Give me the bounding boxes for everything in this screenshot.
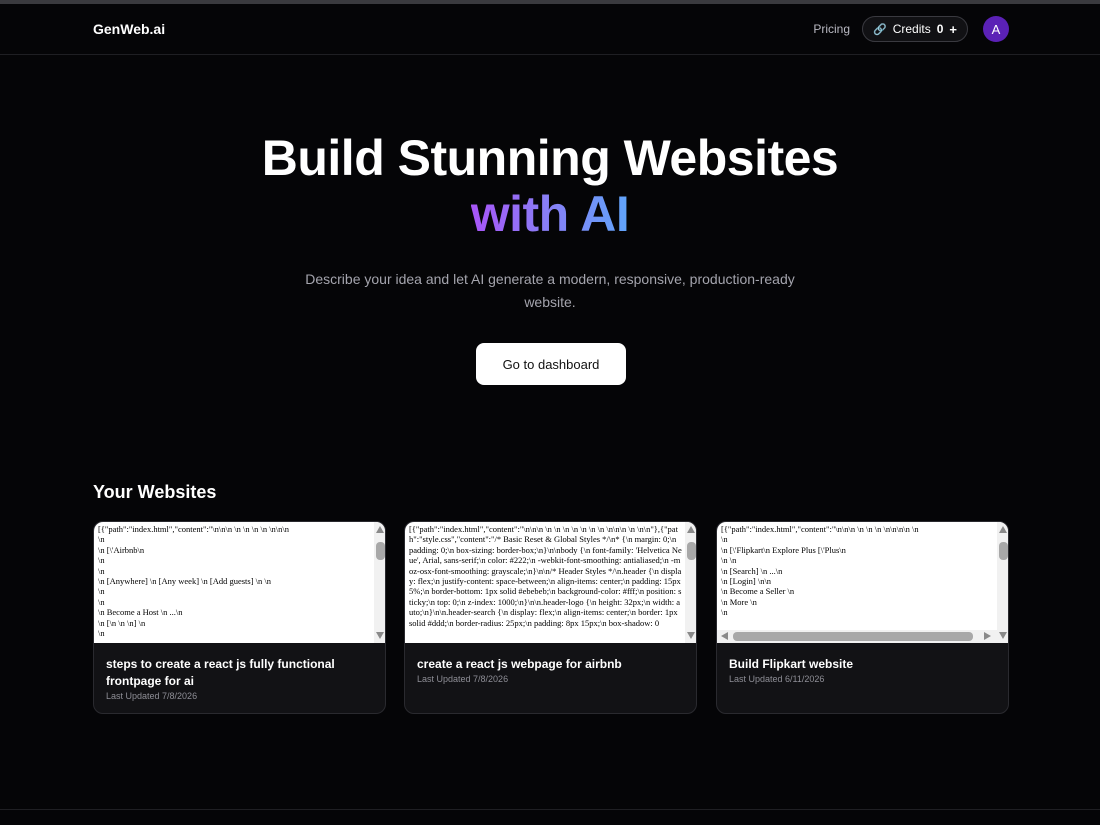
website-preview[interactable]: [{"path":"index.html","content":"\n\n\n …	[94, 522, 385, 643]
website-title: create a react js webpage for airbnb	[417, 657, 622, 671]
scrollbar-thumb[interactable]	[999, 542, 1008, 560]
hero-subtitle: Describe your idea and let AI generate a…	[305, 271, 795, 310]
vertical-scrollbar[interactable]	[685, 522, 696, 643]
scrollbar-thumb[interactable]	[687, 542, 696, 560]
your-websites-heading: Your Websites	[93, 482, 217, 502]
preview-code-text: [{"path":"index.html","content":"\n\n\n …	[98, 524, 290, 639]
pricing-link[interactable]: Pricing	[813, 22, 850, 36]
card-info: create a react js webpage for airbnb Las…	[417, 656, 687, 684]
website-card[interactable]: [{"path":"index.html","content":"\n\n\n …	[716, 521, 1009, 714]
horizontal-scrollbar[interactable]	[717, 630, 997, 643]
navbar: GenWeb.ai Pricing 🔗 Credits 0 + A	[0, 4, 1100, 55]
hero-section: Build Stunning Websites with AI Describe…	[0, 130, 1100, 314]
user-avatar[interactable]: A	[983, 16, 1009, 42]
scroll-up-icon[interactable]	[376, 526, 384, 533]
scroll-down-icon[interactable]	[999, 632, 1007, 639]
go-to-dashboard-button[interactable]: Go to dashboard	[476, 343, 626, 385]
card-info: Build Flipkart website Last Updated 6/11…	[729, 656, 999, 684]
scrollbar-thumb[interactable]	[733, 632, 973, 641]
scroll-left-icon[interactable]	[721, 632, 728, 640]
scroll-up-icon[interactable]	[687, 526, 695, 533]
last-updated: Last Updated 7/8/2026	[417, 674, 509, 684]
card-info: steps to create a react js fully functio…	[106, 656, 376, 701]
add-credits-icon: +	[949, 21, 957, 37]
credits-label: Credits	[892, 22, 931, 36]
nav-actions: Pricing 🔗 Credits 0 + A	[813, 16, 1009, 42]
brand-logo[interactable]: GenWeb.ai	[93, 21, 165, 37]
scroll-down-icon[interactable]	[376, 632, 384, 639]
coin-icon: 🔗	[873, 23, 887, 36]
website-title: Build Flipkart website	[729, 657, 854, 671]
credits-count: 0	[936, 22, 944, 36]
website-title: steps to create a react js fully functio…	[106, 657, 335, 688]
footer-divider	[0, 809, 1100, 810]
website-preview[interactable]: [{"path":"index.html","content":"\n\n\n …	[405, 522, 696, 643]
preview-code-text: [{"path":"index.html","content":"\n\n\n …	[721, 524, 919, 618]
last-updated: Last Updated 7/8/2026	[106, 691, 198, 701]
scroll-right-icon[interactable]	[984, 632, 991, 640]
website-preview[interactable]: [{"path":"index.html","content":"\n\n\n …	[717, 522, 1008, 643]
vertical-scrollbar[interactable]	[374, 522, 385, 643]
vertical-scrollbar[interactable]	[997, 522, 1008, 643]
preview-code-text: [{"path":"index.html","content":"\n\n\n …	[409, 524, 683, 628]
scrollbar-thumb[interactable]	[376, 542, 385, 560]
scroll-up-icon[interactable]	[999, 526, 1007, 533]
website-card[interactable]: [{"path":"index.html","content":"\n\n\n …	[404, 521, 697, 714]
scroll-down-icon[interactable]	[687, 632, 695, 639]
website-card[interactable]: [{"path":"index.html","content":"\n\n\n …	[93, 521, 386, 714]
last-updated: Last Updated 6/11/2026	[729, 674, 825, 684]
hero-title-line2: with AI	[470, 186, 630, 242]
credits-button[interactable]: 🔗 Credits 0 +	[862, 16, 968, 42]
hero-title-line1: Build Stunning Websites	[261, 130, 839, 186]
